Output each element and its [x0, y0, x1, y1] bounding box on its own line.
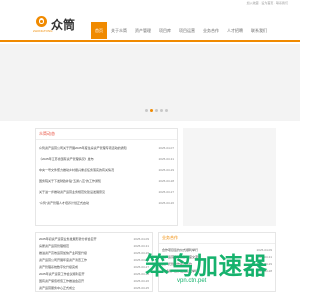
news-item-title[interactable]: 2025年资产运营工作会议顺利召开: [39, 272, 85, 276]
news-item[interactable]: 2025年资产运营工作会议顺利召开 2025-03-26: [36, 272, 152, 279]
news-item[interactable]: 资产运营公司开展年度资产清查工作 2025-03-28: [36, 258, 152, 265]
watermark-overlay: 笨鸟加速器: [145, 253, 268, 280]
brand-subtitle: ZHONGTONG: [33, 29, 53, 33]
panel-title: 业务合作: [162, 235, 178, 240]
news-item-date: 2025-03-29: [158, 168, 174, 172]
news-item-date: 2025-03-31: [158, 157, 174, 161]
panel-header: 众筒动态: [36, 129, 177, 140]
news-panel-industry: 2025年初资产运营业务发展形势分析会召开 2025-04-09 房屋资产运营管理规…: [35, 232, 153, 292]
carousel-dot[interactable]: [165, 109, 168, 112]
nav-item-3[interactable]: 项目库: [155, 22, 175, 39]
news-item[interactable]: 关于进一步推动资产运营业务规范化建设发展意见 2025-03-27: [36, 190, 177, 201]
news-item-title[interactable]: 众筒资产运营公司关于开展2025年度住房资产管理专项活动的通知: [39, 146, 127, 150]
news-panel-main: 众筒动态 众筒资产运营公司关于开展2025年度住房资产管理专项活动的通知 2025…: [35, 128, 178, 226]
panel-title: 众筒动态: [39, 131, 55, 136]
news-item-date: 2025-04-07: [158, 146, 174, 150]
carousel-dot[interactable]: [150, 109, 153, 112]
utility-links[interactable]: 加入收藏 · 设为首页 · 联系我们: [247, 1, 288, 5]
brand-name[interactable]: 众筒: [51, 16, 75, 33]
nav-item-7[interactable]: 联系我们: [247, 22, 271, 39]
news-item-date: 2025-03-27: [158, 190, 174, 194]
news-item-date: 2025-03-26: [158, 201, 174, 205]
nav-item-2[interactable]: 资产管理: [131, 22, 155, 39]
news-item-title[interactable]: 资产运营服务中心正式成立: [39, 286, 75, 290]
news-item-title[interactable]: 房屋资产运营管理规范: [39, 244, 69, 248]
nav-item-5[interactable]: 业务合作: [199, 22, 223, 39]
news-item-title[interactable]: 资产管理系统数字化升级完成: [39, 265, 78, 269]
news-item[interactable]: 资产运营服务中心正式成立 2025-03-25: [36, 286, 152, 293]
site-header: ZHONGTONG 众筒 首页 关于众筒 资产管理 项目库 项目运营 业务合作 人才招聘 联系…: [0, 8, 300, 42]
news-item-title[interactable]: 2025年初资产运营业务发展形势分析会召开: [39, 237, 97, 241]
carousel-dot[interactable]: [155, 109, 158, 112]
news-item[interactable]: 2025年初资产运营业务发展形势分析会召开 2025-04-09: [36, 237, 152, 244]
news-item[interactable]: 房屋资产运营管理规范 2025-03-31: [36, 244, 152, 251]
news-item-title[interactable]: 推进资产高效运营加快产业转型升级: [39, 251, 87, 255]
carousel-dots: [145, 109, 168, 112]
brand-logo-icon[interactable]: [36, 16, 47, 27]
nav-item-6[interactable]: 人才招聘: [223, 22, 247, 39]
news-list: 众筒资产运营公司关于开展2025年度住房资产管理专项活动的通知 2025-04-0…: [36, 146, 177, 212]
panel-header: 业务合作: [159, 233, 275, 244]
news-item-title[interactable]: 资产运营公司开展年度资产清查工作: [39, 258, 87, 262]
news-item[interactable]: 《2025年江苏省国有资产管理情况》发布 2025-03-31: [36, 157, 177, 168]
news-item-title[interactable]: 关于进一步推动资产运营业务规范化建设发展意见: [39, 190, 105, 194]
watermark-url: vpn.ctn.pet: [177, 278, 207, 284]
nav-item-4[interactable]: 项目运营: [175, 22, 199, 39]
news-item[interactable]: 资产管理系统数字化升级完成 2025-03-27: [36, 265, 152, 272]
news-item-date: 2025-03-28: [158, 179, 174, 183]
news-item-title[interactable]: 中央一号文件聚力推动乡村振兴重点任务落实的有关情况: [39, 168, 114, 172]
top-utility-bar: 加入收藏 · 设为首页 · 联系我们: [0, 0, 300, 7]
carousel-dot[interactable]: [160, 109, 163, 112]
news-item[interactable]: 众筒资产运营公司关于开展2025年度住房资产管理专项活动的通知 2025-04-0…: [36, 146, 177, 157]
news-item[interactable]: 推进资产高效运营加快产业转型升级 2025-03-29: [36, 251, 152, 258]
news-item-title[interactable]: 《2025年江苏省国有资产管理情况》发布: [39, 157, 94, 161]
news-item[interactable]: 国有资产保值增值工作推进会召开 2025-03-26: [36, 279, 152, 286]
news-item-title[interactable]: 国有资产保值增值工作推进会召开: [39, 279, 84, 283]
news-item-date: 2025-04-09: [133, 237, 149, 241]
main-nav: 首页 关于众筒 资产管理 项目库 项目运营 业务合作 人才招聘 联系我们: [91, 22, 271, 39]
nav-item-0[interactable]: 首页: [91, 22, 107, 39]
news-item[interactable]: 中央一号文件聚力推动乡村振兴重点任务落实的有关情况 2025-03-29: [36, 168, 177, 179]
news-item[interactable]: 国务院关于下发财政补贴“五通八互”的工作通知 2025-03-28: [36, 179, 177, 190]
news-item[interactable]: “众筒”资产管理人才培养计划正式启动 2025-03-26: [36, 201, 177, 212]
news-item-title[interactable]: “众筒”资产管理人才培养计划正式启动: [39, 201, 89, 205]
news-item-date: 2025-03-25: [133, 286, 149, 290]
side-image-box[interactable]: [183, 128, 276, 226]
news-item-title[interactable]: 国务院关于下发财政补贴“五通八互”的工作通知: [39, 179, 101, 183]
nav-item-1[interactable]: 关于众筒: [107, 22, 131, 39]
news-list: 2025年初资产运营业务发展形势分析会召开 2025-04-09 房屋资产运营管理规…: [36, 233, 152, 293]
carousel-dot[interactable]: [145, 109, 148, 112]
